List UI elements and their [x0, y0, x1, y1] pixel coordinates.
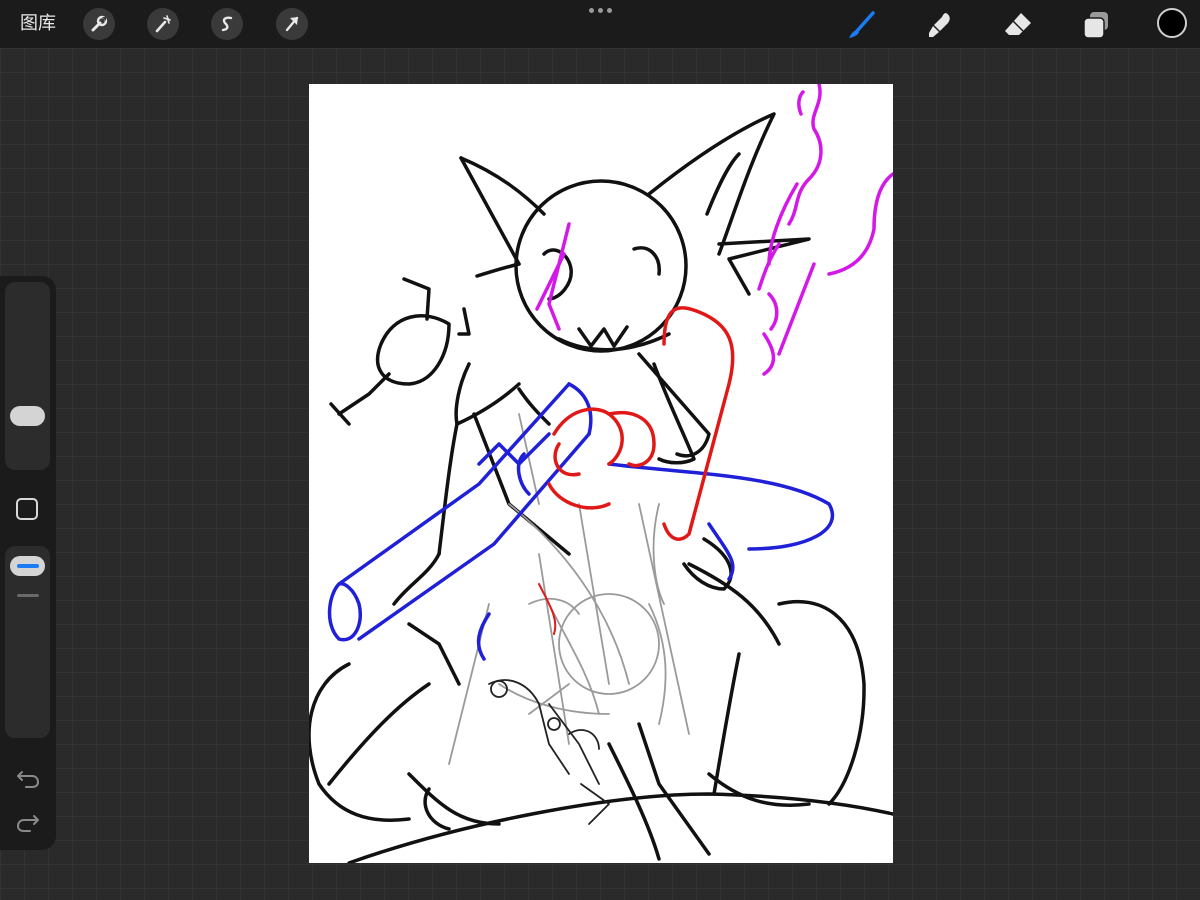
- brush-size-thumb[interactable]: [10, 406, 45, 426]
- top-toolbar: 图库: [0, 0, 1200, 48]
- transform-arrow-icon: [285, 16, 299, 32]
- selection-s-icon: [221, 16, 233, 32]
- dot: [607, 8, 612, 13]
- opacity-indicator: [16, 564, 39, 568]
- magic-wand-icon: [155, 15, 171, 33]
- sketch-artwork: [309, 84, 893, 863]
- dot: [589, 8, 594, 13]
- left-sidebar: [0, 276, 56, 850]
- adjustments-button[interactable]: [147, 8, 179, 40]
- color-swatch-button[interactable]: [1157, 8, 1187, 38]
- redo-icon[interactable]: [14, 808, 42, 836]
- smudge-icon: [929, 13, 950, 37]
- eraser-tool-button[interactable]: [1001, 8, 1035, 42]
- drawing-canvas[interactable]: [309, 84, 893, 863]
- eraser-icon: [1005, 13, 1031, 35]
- layers-icon: [1083, 12, 1108, 39]
- opacity-track-mark: [17, 594, 39, 597]
- undo-icon[interactable]: [14, 764, 42, 792]
- brush-icon: [849, 11, 875, 38]
- transform-button[interactable]: [276, 8, 308, 40]
- selection-button[interactable]: [211, 8, 243, 40]
- wrench-icon: [91, 15, 108, 32]
- opacity-thumb[interactable]: [10, 556, 45, 576]
- gallery-button[interactable]: 图库: [20, 12, 56, 36]
- dot: [598, 8, 603, 13]
- modify-button[interactable]: [16, 498, 38, 520]
- brush-tool-button[interactable]: [845, 8, 879, 42]
- brush-size-slider[interactable]: [5, 282, 50, 470]
- layers-button[interactable]: [1079, 8, 1113, 42]
- more-options-dots[interactable]: [589, 8, 612, 13]
- smudge-tool-button[interactable]: [923, 8, 957, 42]
- actions-button[interactable]: [83, 8, 115, 40]
